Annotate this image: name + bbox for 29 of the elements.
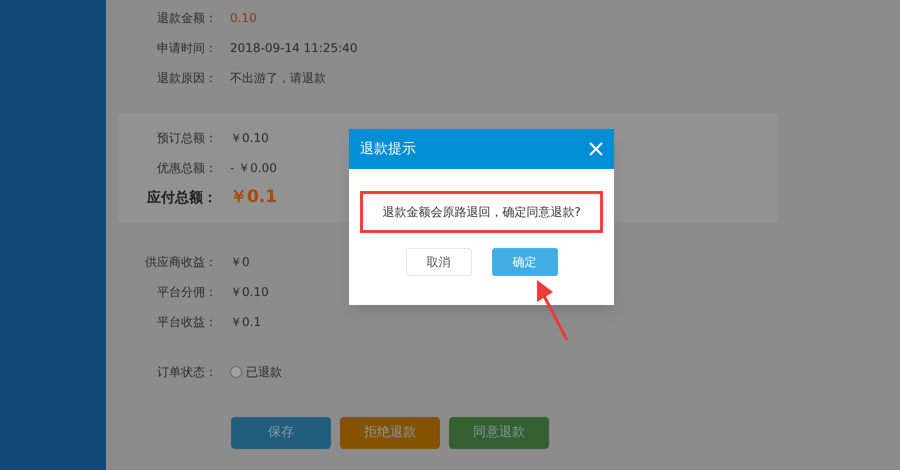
action-button[interactable]: 同意退款 (449, 417, 549, 449)
field-value: ￥0.10 (230, 284, 269, 301)
field-label: 退款原因： (156, 70, 218, 87)
field-label: 申请时间： (156, 40, 218, 57)
field-value: - ￥0.00 (230, 160, 277, 177)
field-label: 订单状态： (156, 364, 218, 381)
action-button[interactable]: 拒绝退款 (340, 417, 440, 449)
radio-label: 已退款 (246, 364, 282, 381)
dialog-title: 退款提示 (360, 140, 416, 158)
field-label: 平台分佣： (156, 284, 218, 301)
field-label: 优惠总额： (156, 160, 218, 177)
action-button[interactable]: 保存 (231, 417, 331, 449)
field-value: ￥0 (230, 254, 250, 271)
close-icon[interactable] (589, 142, 603, 156)
field-value: 0.10 (230, 10, 257, 27)
field-value: 不出游了，请退款 (230, 70, 326, 87)
field-value: ￥0.1 (230, 314, 262, 331)
radio-button[interactable] (230, 366, 242, 378)
dialog-button[interactable]: 确定 (492, 248, 558, 276)
field-label: 预订总额： (156, 130, 218, 147)
field-label: 退款金额： (156, 10, 218, 27)
field-value: ￥0.1 (230, 186, 278, 210)
field-label: 平台收益： (156, 314, 218, 331)
dialog-message: 退款金额会原路退回，确定同意退款? (382, 204, 581, 221)
field-label: 供应商收益： (144, 254, 218, 271)
field-value: 2018-09-14 11:25:40 (230, 40, 358, 57)
dialog-button[interactable]: 取消 (406, 248, 472, 276)
field-value: ￥0.10 (230, 130, 269, 147)
field-label: 应付总额： (146, 188, 218, 208)
